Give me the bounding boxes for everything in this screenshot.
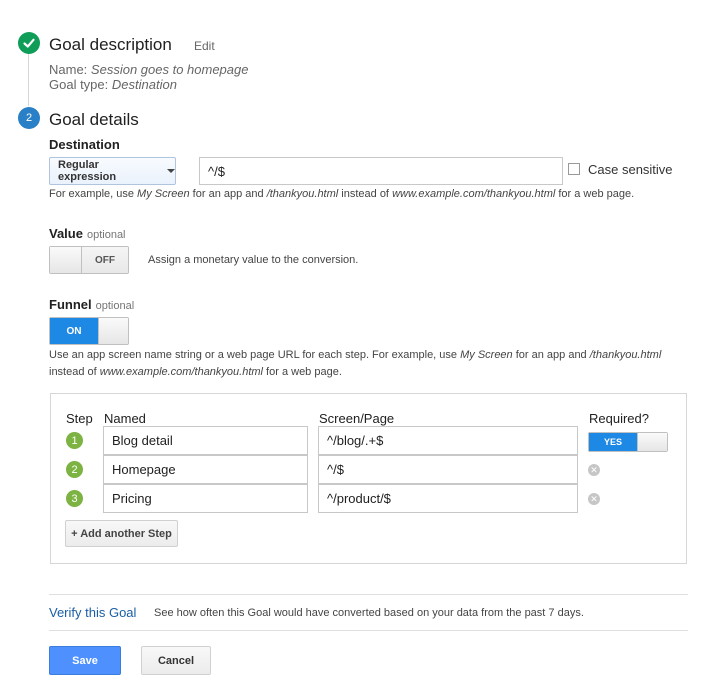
goal-type-label: Goal type:	[49, 77, 109, 92]
step-number-badge: 2	[18, 107, 40, 129]
cancel-button[interactable]: Cancel	[141, 646, 211, 675]
hint-text: for an app and	[189, 188, 267, 200]
divider	[49, 630, 688, 631]
funnel-optional: optional	[95, 300, 135, 312]
hint-text: for a web page.	[263, 366, 342, 378]
funnel-step-number: 1	[66, 432, 83, 449]
funnel-hint: Use an app screen name string or a web p…	[49, 347, 689, 381]
toggle-knob	[98, 318, 128, 344]
toggle-knob	[50, 247, 82, 273]
required-toggle-state: YES	[589, 433, 637, 451]
column-header-required: Required?	[589, 411, 649, 426]
goal-name-line: Name: Session goes to homepage	[49, 62, 248, 77]
value-toggle-state: OFF	[82, 247, 128, 273]
step-name-input[interactable]: Blog detail	[103, 426, 308, 455]
destination-hint: For example, use My Screen for an app an…	[49, 186, 634, 203]
verify-description: See how often this Goal would have conve…	[154, 607, 584, 619]
goal-name-label: Name:	[49, 62, 88, 77]
funnel-step-number: 3	[66, 490, 83, 507]
goal-description-title: Goal description	[49, 35, 172, 54]
save-button[interactable]: Save	[49, 646, 121, 675]
divider	[49, 594, 688, 595]
hint-app-example: My Screen	[137, 188, 190, 200]
verify-goal-link[interactable]: Verify this Goal	[49, 605, 136, 620]
value-optional: optional	[86, 229, 126, 241]
hint-url-example: /thankyou.html	[266, 188, 339, 200]
hint-site-example: www.example.com/thankyou.html	[99, 366, 263, 378]
value-label: Value	[49, 226, 83, 241]
goal-type-line: Goal type: Destination	[49, 77, 177, 92]
hint-text: instead of	[49, 366, 100, 378]
funnel-label-row: Funnel optional	[49, 297, 134, 312]
step-screen-input[interactable]: ^/$	[318, 455, 578, 484]
funnel-label: Funnel	[49, 297, 92, 312]
add-step-button[interactable]: + Add another Step	[65, 520, 178, 547]
edit-link[interactable]: Edit	[194, 39, 215, 53]
required-toggle[interactable]: YES	[588, 432, 668, 452]
remove-step-icon[interactable]: ✕	[588, 464, 600, 476]
case-sensitive-checkbox[interactable]	[568, 163, 580, 175]
case-sensitive-label: Case sensitive	[588, 162, 673, 177]
goal-name-value: Session goes to homepage	[90, 62, 249, 77]
funnel-toggle-state: ON	[50, 318, 98, 344]
step-screen-input[interactable]: ^/product/$	[318, 484, 578, 513]
hint-text: for an app and	[512, 349, 590, 361]
goal-type-value: Destination	[111, 77, 177, 92]
toggle-knob	[637, 433, 667, 451]
column-header-step: Step	[66, 411, 93, 426]
funnel-toggle[interactable]: ON	[49, 317, 129, 345]
funnel-step-number: 2	[66, 461, 83, 478]
column-header-screen: Screen/Page	[319, 411, 395, 426]
goal-details-title: Goal details	[49, 110, 139, 129]
value-toggle[interactable]: OFF	[49, 246, 129, 274]
hint-text: Use an app screen name string or a web p…	[49, 349, 461, 361]
destination-input[interactable]: ^/$	[199, 157, 563, 185]
step-screen-input[interactable]: ^/blog/.+$	[318, 426, 578, 455]
match-type-dropdown[interactable]: Regular expression	[49, 157, 176, 185]
column-header-named: Named	[104, 411, 146, 426]
hint-text: for a web page.	[555, 188, 635, 200]
value-description: Assign a monetary value to the conversio…	[148, 254, 359, 266]
completed-check-icon	[18, 32, 40, 54]
hint-site-example: www.example.com/thankyou.html	[392, 188, 556, 200]
step-name-input[interactable]: Pricing	[103, 484, 308, 513]
hint-app-example: My Screen	[460, 349, 513, 361]
step-connector-line	[28, 52, 29, 106]
step-name-input[interactable]: Homepage	[103, 455, 308, 484]
hint-url-example: /thankyou.html	[589, 349, 662, 361]
hint-text: instead of	[338, 188, 393, 200]
destination-label: Destination	[49, 137, 120, 152]
match-type-value: Regular expression	[58, 159, 117, 183]
value-label-row: Value optional	[49, 226, 126, 241]
chevron-down-icon	[167, 169, 175, 173]
remove-step-icon[interactable]: ✕	[588, 493, 600, 505]
hint-text: For example, use	[49, 188, 138, 200]
